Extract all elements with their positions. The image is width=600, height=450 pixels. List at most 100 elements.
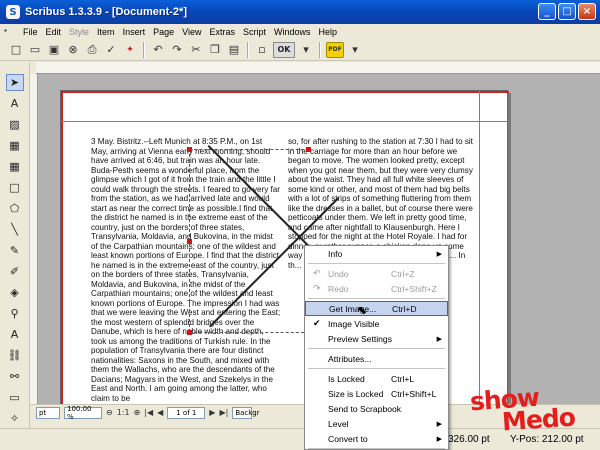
- ctx-item-is-locked[interactable]: Is Locked Ctrl+L: [305, 371, 448, 386]
- ctx-item-label: Image Visible: [328, 318, 380, 329]
- ctx-item-label: Level: [328, 418, 349, 429]
- main-toolbar: □ ▭ ▣ ⊗ ⎙ ✓ ✦ ↶ ↷ ✂ ❐ ▤ ▫ OK ▾ PDF ▾: [0, 39, 600, 61]
- ctx-item-convert-to[interactable]: Convert to ▶: [305, 431, 448, 446]
- preflight-check-icon[interactable]: ✓: [103, 42, 119, 58]
- export-pdf-icon[interactable]: ✦: [122, 42, 138, 58]
- line-tool-icon[interactable]: ╲: [6, 221, 24, 238]
- text-frame-tool-icon[interactable]: A: [6, 95, 24, 112]
- menu-item[interactable]: Item: [93, 27, 119, 37]
- maximize-button[interactable]: □: [558, 3, 576, 20]
- undo-icon[interactable]: ↶: [150, 42, 166, 58]
- next-page-icon[interactable]: ▶: [209, 408, 215, 417]
- shape-tool-icon[interactable]: □: [6, 179, 24, 196]
- menu-view[interactable]: View: [178, 27, 205, 37]
- menu-separator: [308, 298, 445, 299]
- showmedo-watermark: show Medo: [469, 383, 585, 437]
- pdf-tools-button[interactable]: PDF: [326, 41, 344, 58]
- zoom-tool-icon[interactable]: ⚲: [6, 305, 24, 322]
- unlink-frames-tool-icon[interactable]: ⚯: [6, 368, 24, 385]
- edit-text-tool-icon[interactable]: A: [6, 326, 24, 343]
- zoom-level-field[interactable]: 100.00 %: [64, 405, 102, 421]
- submenu-arrow-icon: ▶: [436, 435, 442, 443]
- ctx-item-label: Size is Locked: [328, 388, 384, 399]
- minimize-button[interactable]: _: [538, 3, 556, 20]
- open-folder-icon[interactable]: ▭: [27, 42, 43, 58]
- cut-icon[interactable]: ✂: [188, 42, 204, 58]
- ok-button[interactable]: OK: [273, 41, 295, 58]
- scribus-app-icon[interactable]: S: [6, 5, 20, 19]
- eyedropper-tool-icon[interactable]: ✧: [6, 410, 24, 427]
- edit-mode-icon[interactable]: ▫: [254, 42, 270, 58]
- zoom-ratio[interactable]: 1:1: [117, 408, 130, 417]
- menu-file[interactable]: File: [19, 27, 42, 37]
- menu-page[interactable]: Page: [149, 27, 178, 37]
- dropdown-arrow-icon[interactable]: ▾: [298, 42, 314, 58]
- ctx-item-size-is-locked[interactable]: Size is Locked Ctrl+Shift+L: [305, 386, 448, 401]
- ctx-item-preview-settings[interactable]: Preview Settings ▶: [305, 331, 448, 346]
- zoom-out-icon[interactable]: ⊖: [106, 408, 113, 417]
- vertical-ruler[interactable]: [30, 74, 38, 404]
- text-column-left[interactable]: 3 May. Bistritz.--Left Munich at 8:35 P.…: [91, 137, 281, 404]
- measure-tool-icon[interactable]: ▭: [6, 389, 24, 406]
- document-menu-icon[interactable]: ▪: [4, 26, 15, 37]
- render-frame-tool-icon[interactable]: ▦: [6, 137, 24, 154]
- redo-icon: ↷: [313, 283, 321, 293]
- ctx-item-label: Get Image...: [329, 303, 377, 314]
- menu-extras[interactable]: Extras: [205, 27, 239, 37]
- menu-script[interactable]: Script: [239, 27, 270, 37]
- menu-windows[interactable]: Windows: [270, 27, 315, 37]
- new-document-icon[interactable]: □: [8, 42, 24, 58]
- frame-handle-top-middle[interactable]: [306, 147, 311, 152]
- previous-page-icon[interactable]: ◀: [157, 408, 163, 417]
- submenu-arrow-icon: ▶: [436, 335, 442, 343]
- ctx-item-attributes[interactable]: Attributes...: [305, 351, 448, 366]
- select-tool-icon[interactable]: ➤: [5, 74, 24, 91]
- link-frames-tool-icon[interactable]: ⛓: [6, 347, 24, 364]
- menu-style[interactable]: Style: [65, 27, 93, 37]
- window-title: Scribus 1.3.3.9 - [Document-2*]: [25, 6, 187, 18]
- polygon-tool-icon[interactable]: ⬠: [6, 200, 24, 217]
- paste-icon[interactable]: ▤: [226, 42, 242, 58]
- horizontal-guide[interactable]: [61, 121, 509, 122]
- ctx-item-label: Send to Scrapbook: [328, 403, 402, 414]
- copy-icon[interactable]: ❐: [207, 42, 223, 58]
- pdf-dropdown-icon[interactable]: ▾: [347, 42, 363, 58]
- page-select[interactable]: 1 of 1: [167, 406, 206, 419]
- print-icon[interactable]: ⎙: [84, 42, 100, 58]
- menu-separator: [308, 368, 445, 369]
- ctx-item-shortcut: Ctrl+L: [391, 373, 415, 384]
- rotate-tool-icon[interactable]: ◈: [6, 284, 24, 301]
- freehand-tool-icon[interactable]: ✐: [6, 263, 24, 280]
- unit-select[interactable]: pt: [36, 406, 60, 419]
- menu-insert[interactable]: Insert: [119, 27, 150, 37]
- ctx-item-info[interactable]: Info ▶: [305, 246, 448, 261]
- x-position-readout: 326.00 pt: [448, 434, 490, 445]
- image-frame-tool-icon[interactable]: ▨: [6, 116, 24, 133]
- save-icon[interactable]: ▣: [46, 42, 62, 58]
- zoom-in-icon[interactable]: ⊕: [134, 408, 141, 417]
- frame-handle-middle-left[interactable]: [187, 239, 192, 244]
- last-page-icon[interactable]: ▶|: [219, 408, 228, 417]
- image-frame-top-edge: [189, 149, 309, 150]
- frame-handle-bottom-left[interactable]: [187, 330, 192, 335]
- mouse-cursor-icon: ⬉: [357, 303, 368, 317]
- frame-handle-top-left[interactable]: [187, 147, 192, 152]
- vertical-guide[interactable]: [479, 91, 480, 404]
- bezier-tool-icon[interactable]: ✎: [6, 242, 24, 259]
- ctx-item-level[interactable]: Level ▶: [305, 416, 448, 431]
- layer-select[interactable]: Backgr: [232, 406, 260, 419]
- ctx-item-send-to-scrapbook[interactable]: Send to Scrapbook: [305, 401, 448, 416]
- ctx-item-image-visible[interactable]: ✔ Image Visible: [305, 316, 448, 331]
- ctx-item-undo[interactable]: ↶ Undo Ctrl+Z: [305, 266, 448, 281]
- horizontal-ruler[interactable]: [36, 62, 600, 74]
- redo-icon[interactable]: ↷: [169, 42, 185, 58]
- first-page-icon[interactable]: |◀: [144, 408, 153, 417]
- menu-help[interactable]: Help: [315, 27, 342, 37]
- close-document-icon[interactable]: ⊗: [65, 42, 81, 58]
- table-tool-icon[interactable]: ▦: [6, 158, 24, 175]
- ctx-item-get-image[interactable]: Get Image... Ctrl+D: [305, 301, 448, 316]
- menu-edit[interactable]: Edit: [42, 27, 66, 37]
- watermark-medo: Medo: [501, 402, 576, 437]
- close-button[interactable]: ×: [578, 3, 596, 20]
- ctx-item-redo[interactable]: ↷ Redo Ctrl+Shift+Z: [305, 281, 448, 296]
